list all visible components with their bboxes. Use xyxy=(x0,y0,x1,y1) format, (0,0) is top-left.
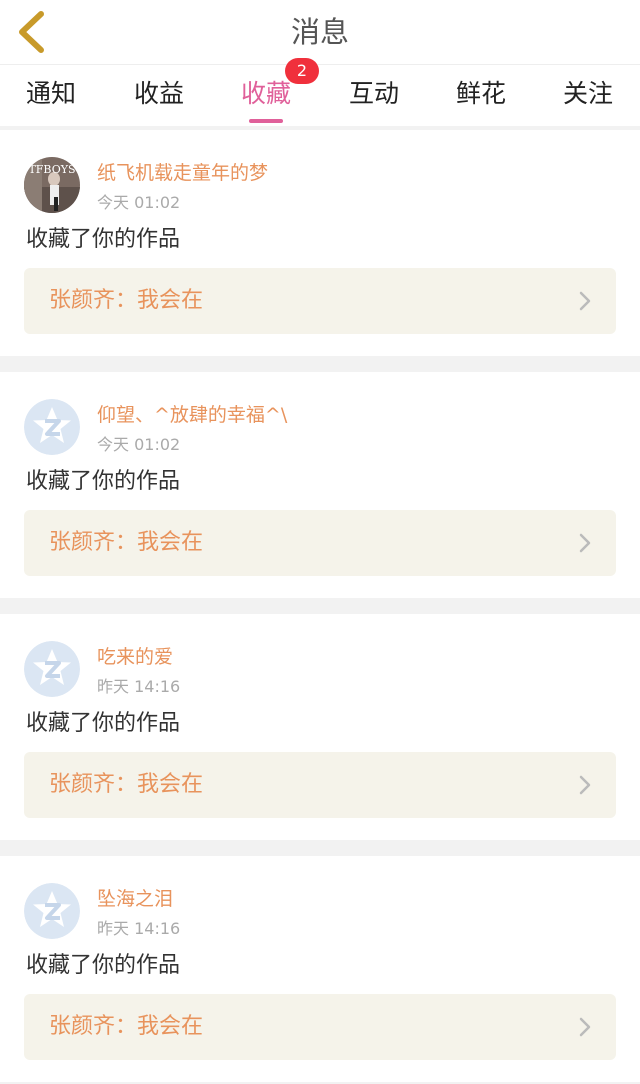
default-avatar-icon xyxy=(24,399,80,455)
chevron-right-icon xyxy=(579,1017,591,1037)
chevron-right-icon xyxy=(579,775,591,795)
message-card: 仰望、^放肆的幸福^\ 今天 01:02 收藏了你的作品 张颜齐：我会在 xyxy=(0,372,640,598)
tab-flowers[interactable]: 鲜花 xyxy=(456,76,506,112)
work-link[interactable]: 张颜齐：我会在 xyxy=(24,752,616,818)
timestamp: 今天 01:02 xyxy=(97,193,181,212)
work-title: 张颜齐：我会在 xyxy=(49,1014,204,1039)
photo-avatar-icon: TFBOYS xyxy=(24,157,80,213)
work-title: 张颜齐：我会在 xyxy=(49,530,204,555)
work-link[interactable]: 张颜齐：我会在 xyxy=(24,994,616,1060)
work-title: 张颜齐：我会在 xyxy=(49,288,204,313)
avatar[interactable] xyxy=(24,399,80,455)
tab-favorites[interactable]: 收藏 xyxy=(241,76,292,123)
chevron-right-icon xyxy=(579,291,591,311)
work-link[interactable]: 张颜齐：我会在 xyxy=(24,268,616,334)
tab-notifications[interactable]: 通知 xyxy=(26,76,76,112)
action-text: 收藏了你的作品 xyxy=(26,469,181,494)
work-title: 张颜齐：我会在 xyxy=(49,772,204,797)
avatar[interactable]: TFBOYS xyxy=(24,157,80,213)
tab-earnings[interactable]: 收益 xyxy=(134,76,184,112)
tab-bar: 通知 收益 收藏 互动 鲜花 关注 xyxy=(0,64,640,126)
username[interactable]: 吃来的爱 xyxy=(97,645,173,669)
tab-favorites-label: 收藏 xyxy=(241,79,292,108)
header-bar: 消息 xyxy=(0,0,640,64)
chevron-right-icon xyxy=(579,533,591,553)
work-link[interactable]: 张颜齐：我会在 xyxy=(24,510,616,576)
timestamp: 昨天 14:16 xyxy=(97,919,181,938)
username[interactable]: 仰望、^放肆的幸福^\ xyxy=(97,403,287,427)
default-avatar-icon xyxy=(24,641,80,697)
active-tab-indicator xyxy=(249,119,284,123)
action-text: 收藏了你的作品 xyxy=(26,227,181,252)
page-title: 消息 xyxy=(290,15,349,49)
tab-interactions[interactable]: 互动 xyxy=(349,76,399,112)
avatar[interactable] xyxy=(24,883,80,939)
avatar[interactable] xyxy=(24,641,80,697)
default-avatar-icon xyxy=(24,883,80,939)
username[interactable]: 纸飞机载走童年的梦 xyxy=(97,161,268,185)
timestamp: 今天 01:02 xyxy=(97,435,181,454)
action-text: 收藏了你的作品 xyxy=(26,953,181,978)
action-text: 收藏了你的作品 xyxy=(26,711,181,736)
tab-follows[interactable]: 关注 xyxy=(563,76,613,112)
message-card: TFBOYS 纸飞机载走童年的梦 今天 01:02 收藏了你的作品 张颜齐：我会… xyxy=(0,130,640,356)
message-card: 坠海之泪 昨天 14:16 收藏了你的作品 张颜齐：我会在 xyxy=(0,856,640,1082)
avatar-text: TFBOYS xyxy=(28,163,75,176)
username[interactable]: 坠海之泪 xyxy=(97,887,173,911)
favorites-count-badge: 2 xyxy=(285,58,319,84)
timestamp: 昨天 14:16 xyxy=(97,677,181,696)
message-card: 吃来的爱 昨天 14:16 收藏了你的作品 张颜齐：我会在 xyxy=(0,614,640,840)
